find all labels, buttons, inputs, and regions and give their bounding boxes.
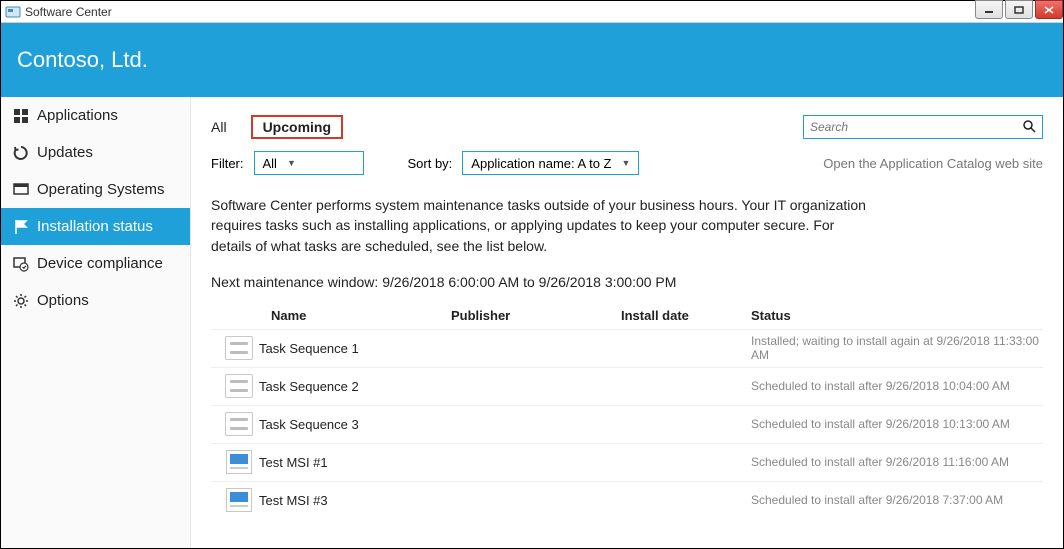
sidebar-item-updates[interactable]: Updates (1, 134, 190, 171)
sidebar-item-device-compliance[interactable]: Device compliance (1, 245, 190, 282)
col-header-install-date[interactable]: Install date (621, 308, 751, 323)
company-name: Contoso, Ltd. (17, 47, 148, 73)
filter-row: Filter: All ▼ Sort by: Application name:… (211, 151, 1043, 175)
col-header-name[interactable]: Name (271, 308, 451, 323)
filter-label: Filter: (211, 156, 244, 171)
sidebar-item-label: Operating Systems (37, 181, 165, 198)
rows-container: Task Sequence 1 Installed; waiting to in… (211, 329, 1043, 548)
updates-icon (13, 145, 29, 161)
cell-name: Test MSI #3 (259, 493, 451, 508)
window-controls (973, 0, 1063, 19)
cell-name: Task Sequence 3 (259, 417, 451, 432)
chevron-down-icon: ▼ (287, 158, 296, 168)
cell-status: Installed; waiting to install again at 9… (751, 334, 1043, 362)
col-header-status[interactable]: Status (751, 308, 1043, 323)
description: Software Center performs system maintena… (211, 195, 871, 256)
maximize-button[interactable] (1005, 0, 1033, 19)
search-wrap (803, 115, 1043, 139)
sidebar-item-operating-systems[interactable]: Operating Systems (1, 171, 190, 208)
sidebar-item-options[interactable]: Options (1, 282, 190, 319)
msi-icon (219, 450, 259, 474)
filter-select[interactable]: All ▼ (254, 151, 364, 175)
app-window: Software Center Contoso, Ltd. Applicatio… (0, 0, 1064, 549)
apps-icon (13, 108, 29, 124)
cell-name: Task Sequence 1 (259, 341, 451, 356)
tab-upcoming[interactable]: Upcoming (251, 115, 343, 139)
table-row[interactable]: Task Sequence 1 Installed; waiting to in… (211, 329, 1043, 367)
tabs: All Upcoming (211, 115, 343, 139)
search-icon[interactable] (1022, 119, 1036, 136)
brand-header: Contoso, Ltd. (1, 23, 1063, 97)
top-row: All Upcoming (211, 115, 1043, 139)
table-header: Name Publisher Install date Status (211, 304, 1043, 329)
chevron-down-icon: ▼ (622, 158, 631, 168)
sort-select[interactable]: Application name: A to Z ▼ (462, 151, 639, 175)
filter-value: All (263, 156, 277, 171)
sidebar-item-label: Updates (37, 144, 93, 161)
task-sequence-icon (219, 336, 259, 360)
sidebar-item-label: Applications (37, 107, 118, 124)
compliance-icon (13, 256, 29, 272)
main-content: All Upcoming Filter: All ▼ Sort by: (191, 97, 1063, 548)
app-icon (5, 4, 21, 20)
titlebar: Software Center (1, 1, 1063, 23)
table-row[interactable]: Test MSI #1 Scheduled to install after 9… (211, 443, 1043, 481)
sidebar: Applications Updates Operating Systems I… (1, 97, 191, 548)
task-sequence-icon (219, 374, 259, 398)
cell-status: Scheduled to install after 9/26/2018 10:… (751, 379, 1043, 393)
col-header-publisher[interactable]: Publisher (451, 308, 621, 323)
sidebar-item-label: Device compliance (37, 255, 163, 272)
cell-status: Scheduled to install after 9/26/2018 7:3… (751, 493, 1043, 507)
os-icon (13, 182, 29, 198)
search-input[interactable] (810, 120, 1022, 134)
catalog-link[interactable]: Open the Application Catalog web site (823, 156, 1043, 171)
sort-label: Sort by: (408, 156, 453, 171)
search-box[interactable] (803, 115, 1043, 139)
window-title: Software Center (25, 5, 112, 19)
table-row[interactable]: Task Sequence 2 Scheduled to install aft… (211, 367, 1043, 405)
task-sequence-icon (219, 412, 259, 436)
flag-icon (13, 219, 29, 235)
gear-icon (13, 293, 29, 309)
cell-status: Scheduled to install after 9/26/2018 10:… (751, 417, 1043, 431)
sidebar-item-label: Installation status (37, 218, 153, 235)
msi-icon (219, 488, 259, 512)
cell-status: Scheduled to install after 9/26/2018 11:… (751, 455, 1043, 469)
close-button[interactable] (1035, 0, 1063, 19)
table-row[interactable]: Test MSI #3 Scheduled to install after 9… (211, 481, 1043, 519)
next-maintenance-window: Next maintenance window: 9/26/2018 6:00:… (211, 274, 1043, 290)
sidebar-item-installation-status[interactable]: Installation status (1, 208, 190, 245)
sidebar-item-label: Options (37, 292, 89, 309)
cell-name: Task Sequence 2 (259, 379, 451, 394)
table-row[interactable]: Task Sequence 3 Scheduled to install aft… (211, 405, 1043, 443)
sort-value: Application name: A to Z (471, 156, 611, 171)
minimize-button[interactable] (975, 0, 1003, 19)
sidebar-item-applications[interactable]: Applications (1, 97, 190, 134)
cell-name: Test MSI #1 (259, 455, 451, 470)
tab-all[interactable]: All (211, 119, 227, 135)
body: Applications Updates Operating Systems I… (1, 97, 1063, 548)
